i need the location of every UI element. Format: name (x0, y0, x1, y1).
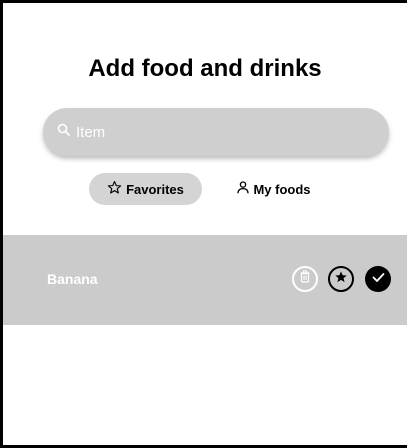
person-icon (237, 181, 253, 197)
screen: Add food and drinks Favorites My foods B… (0, 0, 407, 448)
tab-favorites[interactable]: Favorites (89, 173, 202, 205)
tab-favorites-label: Favorites (126, 181, 184, 197)
tab-my-foods-label: My foods (253, 181, 311, 197)
item-label: Banana (47, 271, 98, 287)
add-button[interactable] (365, 266, 391, 292)
favorite-button[interactable] (328, 266, 354, 292)
search-icon (57, 123, 70, 141)
search-input[interactable] (76, 123, 356, 141)
search-bar[interactable] (43, 108, 389, 156)
star-outline-icon (107, 180, 126, 198)
delete-icon (299, 270, 311, 288)
tab-my-foods[interactable]: My foods (229, 173, 319, 205)
check-icon (372, 270, 385, 288)
star-filled-icon (334, 270, 348, 289)
delete-button[interactable] (292, 266, 318, 292)
list-item[interactable]: Banana (3, 235, 407, 325)
page-title: Add food and drinks (88, 55, 322, 82)
